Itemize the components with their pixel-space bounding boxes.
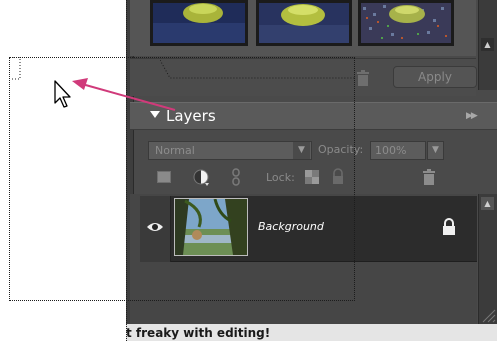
trash-icon[interactable]	[356, 70, 370, 86]
panel-tab-outline	[160, 60, 356, 79]
outline-notch	[10, 57, 21, 80]
effect-thumbnail[interactable]	[150, 0, 248, 46]
effect-thumbnail[interactable]	[358, 0, 454, 46]
opacity-field[interactable]: 100%	[370, 141, 426, 160]
status-text: t freaky with editing!	[126, 326, 271, 340]
chevron-down-icon[interactable]: ▼	[427, 141, 444, 160]
panel-menu-icon[interactable]: ▶▶	[466, 111, 478, 121]
trash-icon[interactable]	[420, 168, 438, 186]
apply-button[interactable]: Apply	[393, 66, 477, 88]
scroll-up-icon[interactable]: ▲	[481, 38, 494, 51]
arrow-cursor-icon	[54, 80, 71, 108]
effect-thumbnail[interactable]	[256, 0, 352, 46]
lock-icon	[443, 218, 455, 235]
scroll-up-icon[interactable]: ▲	[481, 197, 494, 210]
resize-grip-icon[interactable]	[478, 300, 497, 324]
